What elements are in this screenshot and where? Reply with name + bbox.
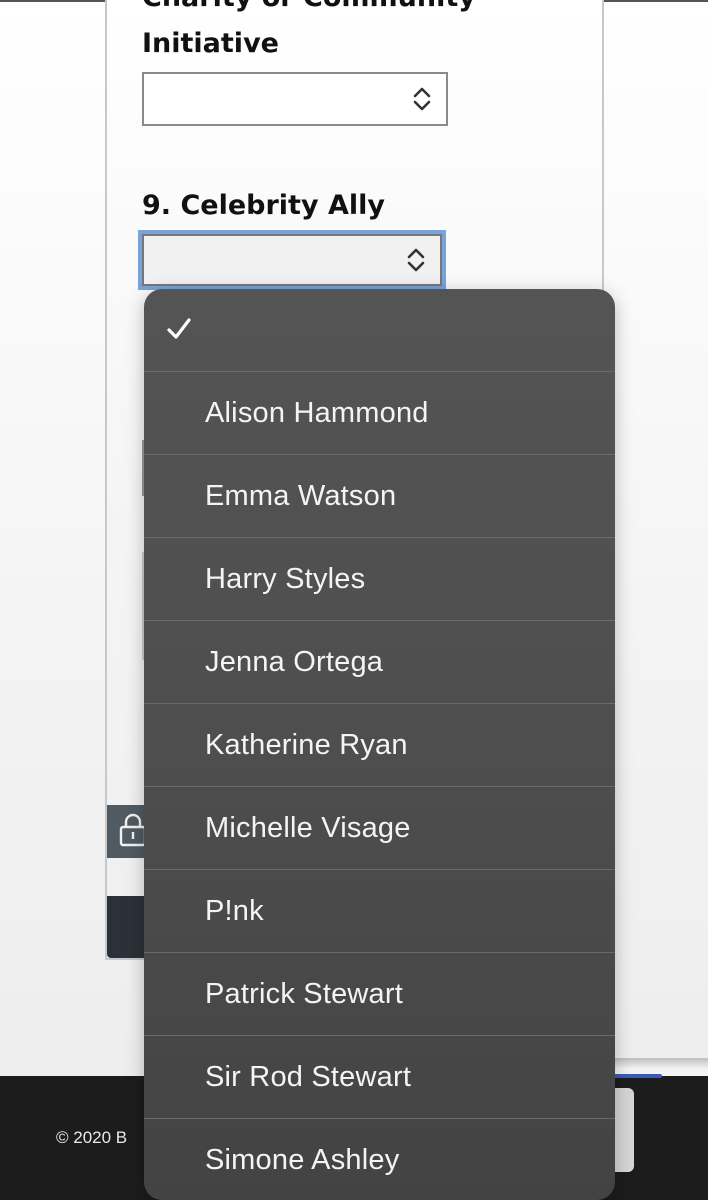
celebrity-ally-dropdown-menu: Alison Hammond Emma Watson Harry Styles … xyxy=(144,289,615,1200)
option-label: Sir Rod Stewart xyxy=(205,1060,412,1093)
dropdown-option[interactable]: Patrick Stewart xyxy=(144,953,615,1036)
dropdown-option-empty[interactable] xyxy=(144,289,615,372)
footer-copyright: © 2020 B xyxy=(56,1128,128,1147)
field-label-celebrity-ally: 9. Celebrity Ally xyxy=(142,190,385,221)
charity-initiative-select[interactable] xyxy=(142,72,448,126)
option-label: Alison Hammond xyxy=(205,396,429,429)
option-label: Emma Watson xyxy=(205,479,397,512)
option-label: Katherine Ryan xyxy=(205,728,408,761)
dropdown-option[interactable]: P!nk xyxy=(144,870,615,953)
chevron-up-down-icon xyxy=(406,247,426,273)
option-label: P!nk xyxy=(205,894,264,927)
option-label: Simone Ashley xyxy=(205,1144,400,1176)
dropdown-option[interactable]: Simone Ashley xyxy=(144,1119,615,1200)
field-label-charity: Initiative xyxy=(142,28,279,59)
dropdown-option[interactable]: Harry Styles xyxy=(144,538,615,621)
dropdown-option[interactable]: Alison Hammond xyxy=(144,372,615,455)
footer-button[interactable] xyxy=(612,1088,634,1172)
field-label-charity-line1: Charity or Community xyxy=(142,0,476,16)
option-label: Michelle Visage xyxy=(205,811,411,844)
dropdown-option[interactable]: Katherine Ryan xyxy=(144,704,615,787)
dropdown-option[interactable]: Emma Watson xyxy=(144,455,615,538)
option-label: Patrick Stewart xyxy=(205,977,403,1010)
checkmark-icon xyxy=(167,318,191,339)
celebrity-ally-select[interactable] xyxy=(142,234,442,286)
footer-accent xyxy=(612,1074,662,1078)
dropdown-option[interactable]: Michelle Visage xyxy=(144,787,615,870)
dropdown-option[interactable]: Jenna Ortega xyxy=(144,621,615,704)
option-label: Jenna Ortega xyxy=(205,645,384,678)
dropdown-option[interactable]: Sir Rod Stewart xyxy=(144,1036,615,1119)
lock-icon xyxy=(119,813,147,847)
chevron-up-down-icon xyxy=(412,86,432,112)
option-label: Harry Styles xyxy=(205,562,366,595)
